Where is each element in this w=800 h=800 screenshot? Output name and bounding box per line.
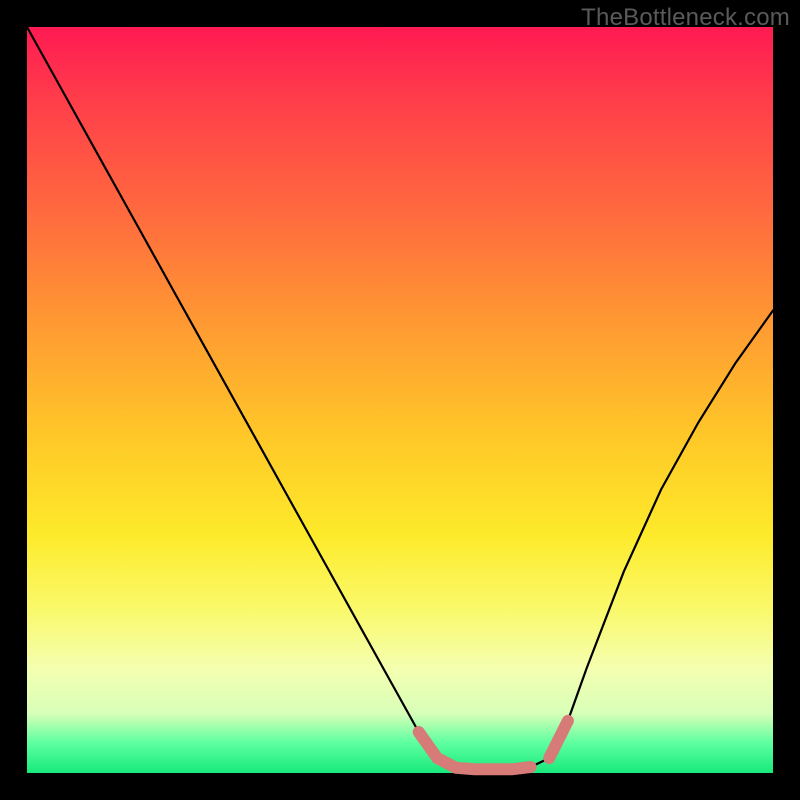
watermark-text: TheBottleneck.com — [581, 4, 790, 32]
bottleneck-curve — [27, 27, 773, 769]
highlight-flat-minimum — [419, 732, 531, 769]
chart-outer-frame: TheBottleneck.com — [0, 0, 800, 800]
chart-curve-layer — [27, 27, 773, 773]
highlight-spot — [549, 721, 568, 758]
